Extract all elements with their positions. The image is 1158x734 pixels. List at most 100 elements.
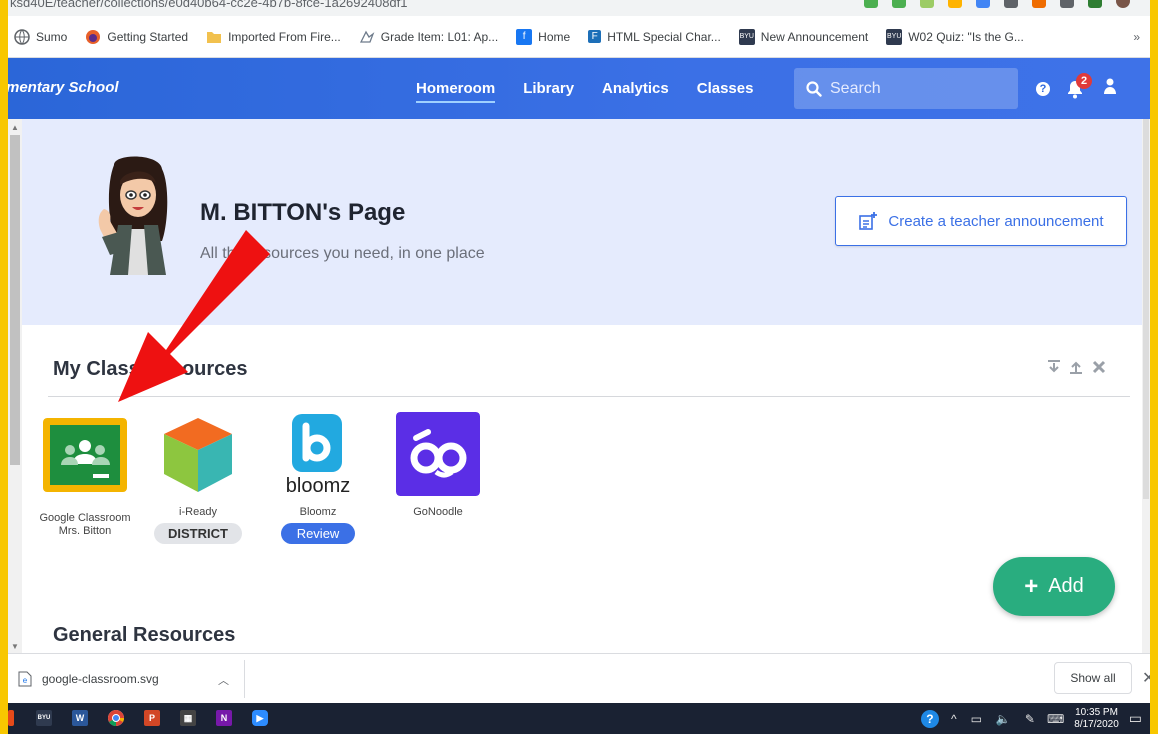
nav-homeroom[interactable]: Homeroom [416,58,496,119]
scroll-up-arrow-icon[interactable]: ▲ [11,123,19,132]
extension-icon[interactable] [1004,0,1018,8]
nav-classes[interactable]: Classes [697,58,754,119]
url-text[interactable]: ksd40E/teacher/collections/e0d40b64-cc2e… [10,0,408,10]
notifications-center-icon[interactable]: ▭ [1129,710,1142,727]
add-announcement-icon [859,212,878,230]
extension-icon[interactable] [920,0,934,8]
user-icon[interactable] [1104,78,1116,99]
create-announcement-button[interactable]: Create a teacher announcement [835,196,1127,246]
search-icon [806,80,822,97]
teacher-bitmoji-avatar [98,156,168,275]
facebook-icon: f [516,28,533,45]
resource-tile-bloomz[interactable]: bloomz Bloomz Review [263,412,373,544]
scrollbar-thumb[interactable] [10,135,20,465]
bookmarks-overflow-button[interactable]: » [1133,30,1140,44]
resource-tile-google-classroom[interactable]: Google Classroom Mrs. Bitton [30,418,140,538]
nav-icons: ? 2 [1036,58,1116,119]
right-scrollbar-thumb[interactable] [1143,119,1149,499]
address-bar[interactable]: ksd40E/teacher/collections/e0d40b64-cc2e… [8,0,1150,16]
clock[interactable]: 10:35 PM 8/17/2020 [1074,707,1119,731]
download-bar: e google-classroom.svg ︿ Show all ✕ [8,653,1150,703]
general-resources-title: General Resources [53,624,236,646]
top-navigation: mentary School Homeroom Library Analytic… [8,58,1150,119]
close-download-bar-icon[interactable]: ✕ [1142,668,1150,688]
bookmark-home[interactable]: f Home [516,28,571,45]
bookmark-label: W02 Quiz: "Is the G... [908,29,1024,44]
f-icon: F [588,30,602,43]
folder-icon [206,29,222,45]
download-item[interactable]: e google-classroom.svg [8,660,245,698]
calculator-icon[interactable]: ▦ [180,710,196,726]
extension-icon[interactable] [892,0,906,8]
bookmark-html-special[interactable]: F HTML Special Char... [588,30,721,44]
resource-tile-gonoodle[interactable]: GoNoodle [383,412,493,519]
right-scrollbar[interactable] [1142,119,1150,653]
district-badge: DISTRICT [154,523,242,544]
download-filename: google-classroom.svg [42,672,159,686]
bookmark-sumo[interactable]: Sumo [14,28,67,45]
chrome-icon[interactable] [108,710,124,726]
search-input[interactable] [830,79,1000,98]
browser-window: ksd40E/teacher/collections/e0d40b64-cc2e… [8,0,1150,734]
nav-links: Homeroom Library Analytics Classes [416,58,753,119]
bookmarks-bar: Sumo Getting Started Imported From Fire.… [8,16,1150,58]
volume-icon[interactable]: 🔈 [996,712,1011,726]
close-icon[interactable] [1092,360,1106,374]
svg-text:bloomz: bloomz [286,475,350,496]
windows-taskbar: BYU W P ▦ N ▶ ? ^ ▭ 🔈 ✎ ⌨ 10:35 PM 8/17/… [8,703,1150,734]
extension-icon[interactable] [864,0,878,8]
clock-time: 10:35 PM [1075,706,1118,718]
bookmark-label: HTML Special Char... [607,29,721,44]
bookmark-imported[interactable]: Imported From Fire... [206,29,341,45]
review-button[interactable]: Review [280,523,356,544]
bookmark-getting-started[interactable]: Getting Started [85,29,188,45]
extension-icon[interactable] [976,0,990,8]
show-all-button[interactable]: Show all [1054,662,1132,694]
byu-icon: BYU [738,28,755,45]
edu-icon [359,29,375,45]
bookmark-label: Getting Started [107,29,189,44]
notification-count-badge: 2 [1076,72,1092,89]
powerpoint-icon[interactable]: P [144,710,160,726]
svg-text:e: e [23,676,28,685]
add-resource-button[interactable]: + Add [993,557,1115,616]
byu-app-icon[interactable]: BYU [36,710,52,726]
move-up-icon[interactable] [1070,360,1082,374]
bookmark-label: Home [538,29,571,44]
collapse-all-icon[interactable] [1048,360,1060,374]
extension-icon[interactable] [1032,0,1046,8]
section-controls [1048,360,1106,374]
zoom-icon[interactable]: ▶ [252,710,268,726]
bookmark-w02-quiz[interactable]: BYU W02 Quiz: "Is the G... [886,28,1024,45]
bookmark-new-announcement[interactable]: BYU New Announcement [738,28,868,45]
gonoodle-icon [396,412,480,496]
extension-icon[interactable] [1060,0,1074,8]
pen-icon[interactable]: ✎ [1025,712,1035,726]
keyboard-icon[interactable]: ⌨ [1047,712,1064,726]
page-scrollbar[interactable]: ▲ ▼ [8,119,22,653]
my-class-resources-title: My Class Resources [53,358,248,380]
scroll-down-arrow-icon[interactable]: ▼ [11,642,19,651]
profile-avatar-icon[interactable] [1116,0,1130,8]
system-tray: ? ^ ▭ 🔈 ✎ ⌨ 10:35 PM 8/17/2020 ▭ [920,703,1150,734]
school-name[interactable]: mentary School [8,79,119,96]
nav-library[interactable]: Library [523,58,574,119]
onenote-icon[interactable]: N [216,710,232,726]
page-header: M. BITTON's Page All the resources you n… [22,119,1142,325]
extension-icon[interactable] [948,0,962,8]
help-icon[interactable]: ? [1036,81,1050,96]
battery-icon[interactable]: ▭ [971,712,982,726]
chevron-up-icon[interactable]: ︿ [218,672,229,688]
search-box[interactable] [794,68,1018,109]
extension-icon[interactable] [1088,0,1102,8]
resource-tile-i-ready[interactable]: i-Ready DISTRICT [143,412,253,544]
notifications-button[interactable]: 2 [1066,72,1092,99]
extension-icons [864,0,1130,8]
chevron-up-tray-icon[interactable]: ^ [951,712,957,726]
taskbar-app-icon[interactable] [8,710,14,726]
bookmark-grade-item[interactable]: Grade Item: L01: Ap... [359,29,498,45]
word-icon[interactable]: W [72,710,88,726]
nav-analytics[interactable]: Analytics [602,58,669,119]
bookmark-label: Grade Item: L01: Ap... [380,29,499,44]
help-tray-icon[interactable]: ? [920,709,939,728]
